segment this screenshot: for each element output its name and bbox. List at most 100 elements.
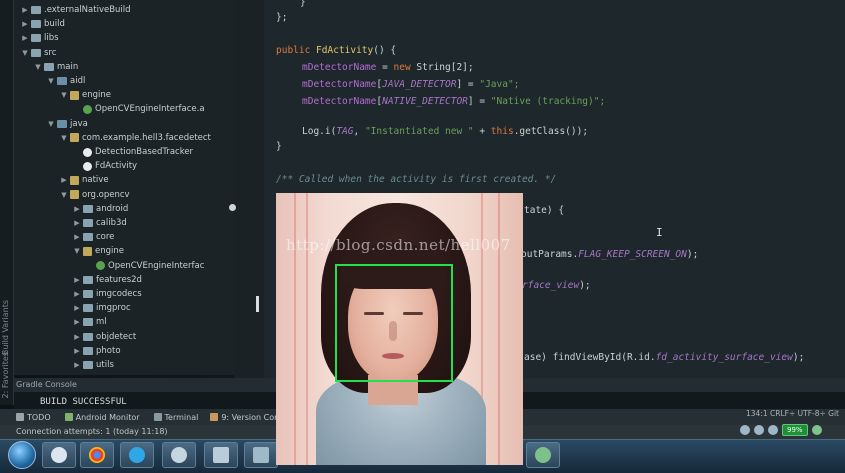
tree-item[interactable]: ▼ java (46, 117, 88, 131)
build-status-message: BUILD SUCCESSFUL (40, 397, 127, 407)
folder-icon (83, 290, 93, 298)
expand-arrow-icon[interactable]: ▶ (72, 219, 82, 227)
tree-item[interactable]: ▶ native (59, 173, 109, 187)
settings-icon[interactable] (768, 425, 778, 435)
tree-item[interactable]: ▶ utils (72, 358, 114, 372)
expand-arrow-icon[interactable]: ▼ (72, 247, 82, 255)
source-folder-icon (57, 77, 67, 85)
tree-item-label: features2d (96, 274, 142, 285)
tree-item[interactable]: ▼ src (20, 46, 56, 60)
tree-item-label: src (44, 47, 57, 58)
taskbar-app-window[interactable] (204, 442, 238, 468)
tree-item[interactable]: OpenCVEngineInterface.a (72, 102, 205, 116)
expand-arrow-icon[interactable]: ▼ (59, 134, 69, 142)
expand-arrow-icon[interactable]: ▶ (20, 6, 30, 14)
tree-item[interactable]: ▼ engine (59, 88, 111, 102)
left-tool-strip[interactable]: Build Variants 2: Favorites (0, 0, 14, 405)
expand-arrow-icon[interactable]: ▼ (59, 191, 69, 199)
taskbar-app-files[interactable] (162, 442, 196, 468)
code-line: public FdActivity() { (276, 45, 397, 56)
expand-arrow-icon[interactable]: ▶ (72, 347, 82, 355)
expand-arrow-icon[interactable]: ▶ (72, 205, 82, 213)
tree-item-label: FdActivity (95, 161, 138, 172)
tree-item[interactable]: ▶ imgproc (72, 301, 130, 315)
build-variants-tab[interactable]: Build Variants (1, 300, 10, 355)
editor-gutter (234, 0, 264, 400)
expand-arrow-icon[interactable]: ▶ (72, 361, 82, 369)
tree-item-label: libs (44, 33, 59, 44)
todo-tab[interactable]: TODO (16, 413, 51, 422)
todo-icon (16, 413, 24, 421)
tree-item-label: core (96, 232, 115, 243)
tree-item[interactable]: ▶ .externalNativeBuild (20, 3, 130, 17)
taskbar-app-studio[interactable] (526, 442, 560, 468)
tree-item[interactable]: ▶ build (20, 17, 65, 31)
help-icon[interactable] (754, 425, 764, 435)
network-icon[interactable] (740, 425, 750, 435)
expand-arrow-icon[interactable]: ▼ (46, 77, 56, 85)
battery-indicator[interactable]: 99% (782, 424, 808, 436)
tree-item[interactable]: ▼ engine (72, 244, 124, 258)
terminal-tab[interactable]: Terminal (153, 413, 198, 422)
tree-item[interactable]: ▶ android (72, 202, 128, 216)
code-line: tate) { (524, 205, 565, 216)
tree-item[interactable]: ▶ imgcodecs (72, 287, 141, 301)
tree-item-label: build (44, 19, 65, 30)
tree-item[interactable]: ▶ libs (20, 31, 59, 45)
editor-status-info[interactable]: 134:1 CRLF÷ UTF-8÷ Git (746, 409, 839, 418)
android-icon (64, 413, 73, 421)
package-icon (70, 190, 79, 200)
expand-arrow-icon[interactable]: ▶ (72, 333, 82, 341)
folder-icon (83, 204, 93, 213)
breakpoint-marker-icon[interactable] (229, 204, 236, 211)
tree-item[interactable]: ▼ main (33, 60, 78, 74)
expand-arrow-icon[interactable]: ▶ (20, 34, 30, 42)
expand-arrow-icon[interactable]: ▶ (72, 304, 82, 312)
tree-item[interactable]: ▶ core (72, 230, 114, 244)
expand-arrow-icon[interactable]: ▼ (59, 91, 69, 99)
expand-arrow-icon[interactable]: ▶ (72, 290, 82, 298)
package-icon (70, 175, 79, 185)
tree-item-label: native (82, 175, 109, 186)
tree-item[interactable]: ▶ photo (72, 344, 121, 358)
code-line: } (300, 0, 306, 8)
tree-item-label: ml (96, 317, 107, 328)
folder-icon (83, 346, 93, 355)
tree-item[interactable]: ▶ features2d (72, 273, 142, 287)
class-file-icon (83, 147, 92, 157)
tree-item-label: java (70, 118, 88, 129)
tree-item-label: objdetect (96, 331, 137, 342)
watermark-text: http://blog.csdn.net/hell007 (286, 236, 511, 254)
taskbar-app-browser[interactable] (120, 442, 154, 468)
expand-arrow-icon[interactable]: ▶ (72, 233, 82, 241)
taskbar-app-chat[interactable] (42, 442, 76, 468)
taskbar-app-chrome[interactable] (80, 442, 114, 468)
tree-item[interactable]: OpenCVEngineInterfac (85, 259, 204, 273)
expand-arrow-icon[interactable]: ▶ (20, 20, 30, 28)
tree-item-label: OpenCVEngineInterfac (108, 260, 205, 271)
tree-item-label: photo (96, 345, 121, 356)
expand-arrow-icon[interactable]: ▼ (20, 49, 30, 57)
expand-arrow-icon[interactable]: ▶ (72, 276, 82, 284)
tree-item[interactable]: ▼ aidl (46, 74, 85, 88)
favorites-tab[interactable]: 2: Favorites (1, 352, 10, 398)
tree-item[interactable]: ▼ com.example.hell3.facedetect (59, 131, 211, 145)
expand-arrow-icon[interactable]: ▶ (59, 176, 69, 184)
tree-item[interactable]: ▶ ml (72, 315, 107, 329)
expand-arrow-icon[interactable]: ▶ (72, 318, 82, 326)
android-monitor-tab[interactable]: Android Monitor (64, 413, 140, 422)
tree-item[interactable]: ▶ objdetect (72, 330, 136, 344)
version-control-tab[interactable]: 9: Version Cont (210, 413, 282, 422)
sync-icon[interactable] (811, 425, 822, 435)
tree-item[interactable]: ▼ org.opencv (59, 188, 129, 202)
face-detection-photo (276, 193, 523, 465)
taskbar-app-window-2[interactable] (244, 442, 278, 468)
expand-arrow-icon[interactable]: ▼ (46, 120, 56, 128)
expand-arrow-icon[interactable]: ▼ (33, 63, 43, 71)
tree-item[interactable]: DetectionBasedTracker (72, 145, 193, 159)
start-button-icon[interactable] (8, 441, 36, 469)
folder-icon (83, 233, 93, 242)
class-icon (96, 261, 105, 271)
tree-item[interactable]: FdActivity (72, 159, 137, 173)
tree-item[interactable]: ▶ calib3d (72, 216, 127, 230)
